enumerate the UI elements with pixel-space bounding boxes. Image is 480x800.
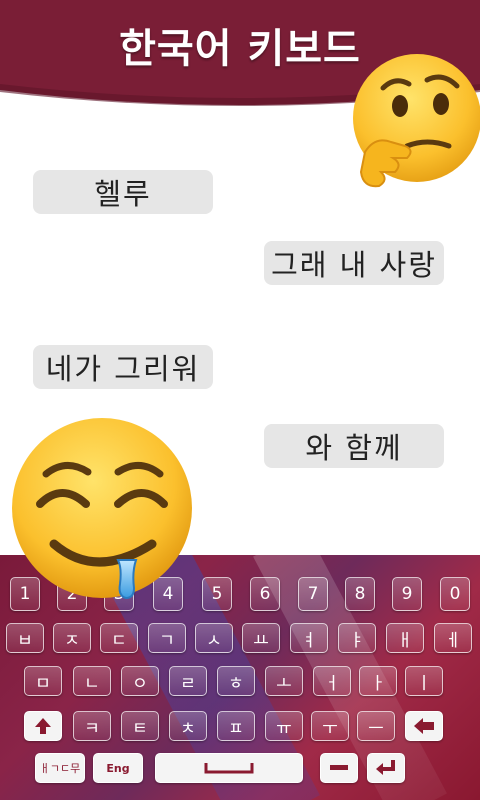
minus-icon <box>330 765 348 770</box>
key-e[interactable]: ㅔ <box>434 623 472 653</box>
key-yu[interactable]: ㅠ <box>265 711 303 741</box>
key-label: ㄷ <box>111 630 127 651</box>
key-label: ㅅ <box>206 630 222 651</box>
key-label: ㅏ <box>370 673 386 694</box>
key-yeo[interactable]: ㅕ <box>290 623 328 653</box>
key-label: ㅣ <box>416 673 432 694</box>
key-bieup[interactable]: ㅂ <box>6 623 44 653</box>
key-label: ㅑ <box>349 630 365 651</box>
key-0[interactable]: 0 <box>440 577 470 611</box>
key-label: ㅇ <box>132 673 148 694</box>
key-5[interactable]: 5 <box>202 577 232 611</box>
message-text: 와 함께 <box>305 431 403 465</box>
key-label: ㄹ <box>180 673 196 694</box>
key-mieum[interactable]: ㅁ <box>24 666 62 696</box>
message-text: 그래 내 사랑 <box>271 248 437 282</box>
key-eu[interactable]: ㅡ <box>357 711 395 741</box>
thinking-face-emoji <box>345 50 480 195</box>
message-text: 네가 그리워 <box>45 352 201 386</box>
key-label: ㅍ <box>228 718 244 739</box>
key-i[interactable]: ㅣ <box>405 666 443 696</box>
shift-key[interactable] <box>24 711 62 741</box>
key-siot[interactable]: ㅅ <box>195 623 233 653</box>
key-ya[interactable]: ㅑ <box>338 623 376 653</box>
key-label: 6 <box>259 584 271 604</box>
key-digeut[interactable]: ㄷ <box>100 623 138 653</box>
key-rieul[interactable]: ㄹ <box>169 666 207 696</box>
key-label: 5 <box>211 584 223 604</box>
key-giyeok[interactable]: ㄱ <box>148 623 186 653</box>
key-label: ㅁ <box>35 673 51 694</box>
key-label: ㅐㄱㄷ무 <box>39 762 81 775</box>
key-8[interactable]: 8 <box>345 577 375 611</box>
key-pieup[interactable]: ㅍ <box>217 711 255 741</box>
key-hieut[interactable]: ㅎ <box>217 666 255 696</box>
backspace-key[interactable] <box>405 711 443 741</box>
key-label: 7 <box>307 584 319 604</box>
key-label: 9 <box>401 584 413 604</box>
key-yo[interactable]: ㅛ <box>242 623 280 653</box>
chat-message-left: 헬루 <box>33 170 213 214</box>
english-language-key[interactable]: Eng <box>93 753 143 783</box>
key-9[interactable]: 9 <box>392 577 422 611</box>
key-label: ㅂ <box>17 630 33 651</box>
shift-icon <box>35 718 51 734</box>
key-label: ㅐ <box>397 630 413 651</box>
key-eo[interactable]: ㅓ <box>313 666 351 696</box>
key-label: ㅔ <box>445 630 461 651</box>
key-tieut[interactable]: ㅌ <box>121 711 159 741</box>
space-icon <box>204 763 254 774</box>
key-nieun[interactable]: ㄴ <box>73 666 111 696</box>
backspace-icon <box>414 718 434 734</box>
chat-message-right: 그래 내 사랑 <box>264 241 444 285</box>
key-label: ㄱ <box>159 630 175 651</box>
space-key[interactable] <box>155 753 303 783</box>
key-label: ㅕ <box>301 630 317 651</box>
key-label: ㅊ <box>180 718 196 739</box>
chat-message-left: 네가 그리워 <box>33 345 213 389</box>
key-label: ㅠ <box>276 718 292 739</box>
key-label: ㅎ <box>228 673 244 694</box>
key-label: ㅗ <box>276 673 292 694</box>
minus-key[interactable] <box>320 753 358 783</box>
key-7[interactable]: 7 <box>298 577 328 611</box>
key-label: 8 <box>354 584 366 604</box>
key-label: ㅡ <box>368 718 384 739</box>
key-label: ㅜ <box>322 718 338 739</box>
key-6[interactable]: 6 <box>250 577 280 611</box>
key-o[interactable]: ㅗ <box>265 666 303 696</box>
key-label: ㅓ <box>324 673 340 694</box>
key-chieut[interactable]: ㅊ <box>169 711 207 741</box>
key-label: ㄴ <box>84 673 100 694</box>
key-label: ㅌ <box>132 718 148 739</box>
key-a[interactable]: ㅏ <box>359 666 397 696</box>
key-kieuk[interactable]: ㅋ <box>73 711 111 741</box>
key-label: 0 <box>449 584 461 604</box>
key-label: ㅛ <box>253 630 269 651</box>
enter-key[interactable] <box>367 753 405 783</box>
key-u[interactable]: ㅜ <box>311 711 349 741</box>
message-text: 헬루 <box>94 177 152 211</box>
drooling-face-emoji <box>6 412 200 606</box>
chat-message-right: 와 함께 <box>264 424 444 468</box>
key-label: ㅈ <box>64 630 80 651</box>
korean-language-key[interactable]: ㅐㄱㄷ무 <box>35 753 85 783</box>
key-ieung[interactable]: ㅇ <box>121 666 159 696</box>
key-ae[interactable]: ㅐ <box>386 623 424 653</box>
key-jieut[interactable]: ㅈ <box>53 623 91 653</box>
enter-icon <box>376 760 395 775</box>
key-label: ㅋ <box>84 718 100 739</box>
key-label: Eng <box>106 761 130 775</box>
